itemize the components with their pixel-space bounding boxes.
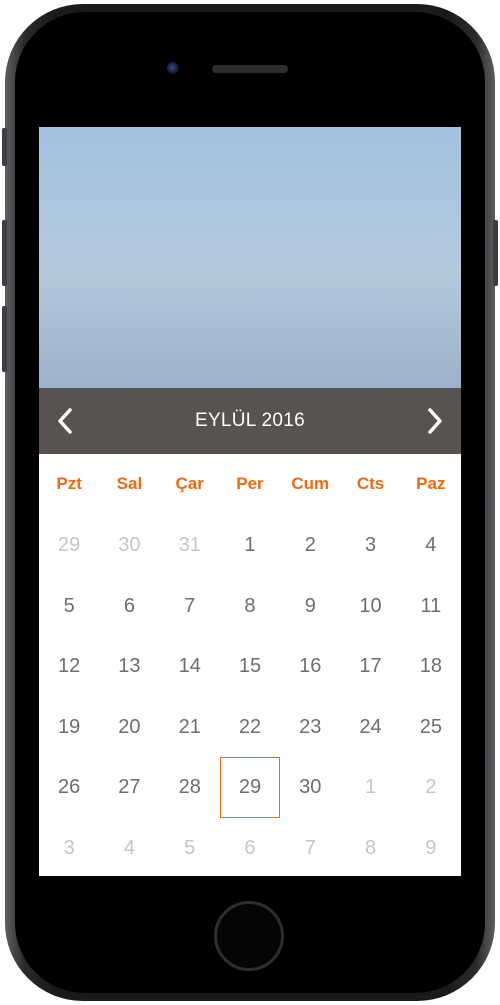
calendar-day[interactable]: 19 [39,697,99,758]
calendar-day-selected[interactable]: 29 [219,757,281,818]
calendar-day[interactable]: 4 [401,515,461,576]
calendar-day[interactable]: 16 [280,636,340,697]
calendar-week-row: 29 30 31 1 2 3 4 [39,515,461,576]
month-title: EYLÜL 2016 [194,410,306,431]
calendar-day[interactable]: 24 [340,697,400,758]
weekday-label: Cum [291,474,330,493]
power-button [493,220,498,286]
front-camera [167,62,179,74]
calendar-day[interactable]: 8 [220,576,280,637]
calendar-day-other-month[interactable]: 5 [160,818,220,876]
calendar-week-row: 3456789 [39,818,461,876]
calendar-day[interactable]: 15 [220,636,280,697]
calendar-day[interactable]: 9 [280,576,340,637]
weekday-label: Sal [116,474,143,493]
calendar-day[interactable]: 25 [401,697,461,758]
calendar-day[interactable]: 13 [99,636,159,697]
volume-down-button [2,306,7,372]
calendar-day[interactable]: 23 [280,697,340,758]
calendar-day[interactable]: 7 [160,576,220,637]
calendar-day-other-month[interactable]: 30 [99,515,159,576]
calendar-day[interactable]: 12 [39,636,99,697]
calendar-day[interactable]: 20 [99,697,159,758]
calendar-day[interactable]: 28 [160,757,220,818]
calendar-header: EYLÜL 2016 [39,388,461,454]
weekday-label: Çar [175,474,204,493]
calendar-grid: 29 30 31 1 2 3 4 5 6 7 8 9 10 11 12 13 14 15 16 17 18 19 20 21 2… [39,515,461,876]
calendar-day[interactable]: 18 [401,636,461,697]
calendar-day-other-month[interactable]: 8 [340,818,400,876]
weekday-label: Cts [356,474,385,493]
calendar-day[interactable]: 5 [39,576,99,637]
earpiece-speaker [212,65,288,73]
prev-month-button[interactable] [47,403,83,439]
calendar-day[interactable]: 22 [220,697,280,758]
calendar-day[interactable]: 14 [160,636,220,697]
calendar-day[interactable]: 3 [340,515,400,576]
calendar-day-other-month[interactable]: 31 [160,515,220,576]
header-image [39,127,461,388]
chevron-right-icon [428,408,442,434]
mute-switch [2,128,7,166]
calendar-day-other-month[interactable]: 3 [39,818,99,876]
calendar-day-other-month[interactable]: 1 [340,757,400,818]
calendar-week-row: 19 20 21 22 23 24 25 [39,697,461,758]
weekday-label: Per [236,474,264,493]
calendar-day-other-month[interactable]: 4 [99,818,159,876]
weekday-label: Pzt [56,474,82,493]
calendar-day-other-month[interactable]: 6 [220,818,280,876]
volume-up-button [2,220,7,286]
calendar-day[interactable]: 30 [280,757,340,818]
calendar-day[interactable]: 21 [160,697,220,758]
calendar-day[interactable]: 17 [340,636,400,697]
weekday-header: Pzt Sal Çar Per Cum Cts Paz [39,454,461,512]
app-screen: EYLÜL 2016 Pzt Sal Çar Per Cum Cts Paz 2… [39,127,461,876]
next-month-button[interactable] [417,403,453,439]
calendar-day-other-month[interactable]: 9 [401,818,461,876]
chevron-left-icon [58,408,72,434]
calendar-day[interactable]: 10 [340,576,400,637]
calendar-day[interactable]: 27 [99,757,159,818]
calendar-day[interactable]: 26 [39,757,99,818]
weekday-label: Paz [416,474,446,493]
calendar-day[interactable]: 2 [280,515,340,576]
calendar-day-other-month[interactable]: 29 [39,515,99,576]
home-button[interactable] [214,901,284,971]
calendar-week-row: 5 6 7 8 9 10 11 [39,576,461,637]
calendar-day[interactable]: 6 [99,576,159,637]
calendar-day-other-month[interactable]: 7 [280,818,340,876]
calendar-week-row: 26 27 28 29 30 1 2 [39,757,461,818]
calendar-week-row: 12 13 14 15 16 17 18 [39,636,461,697]
calendar-day-other-month[interactable]: 2 [401,757,461,818]
calendar-day[interactable]: 1 [220,515,280,576]
calendar-day[interactable]: 11 [401,576,461,637]
